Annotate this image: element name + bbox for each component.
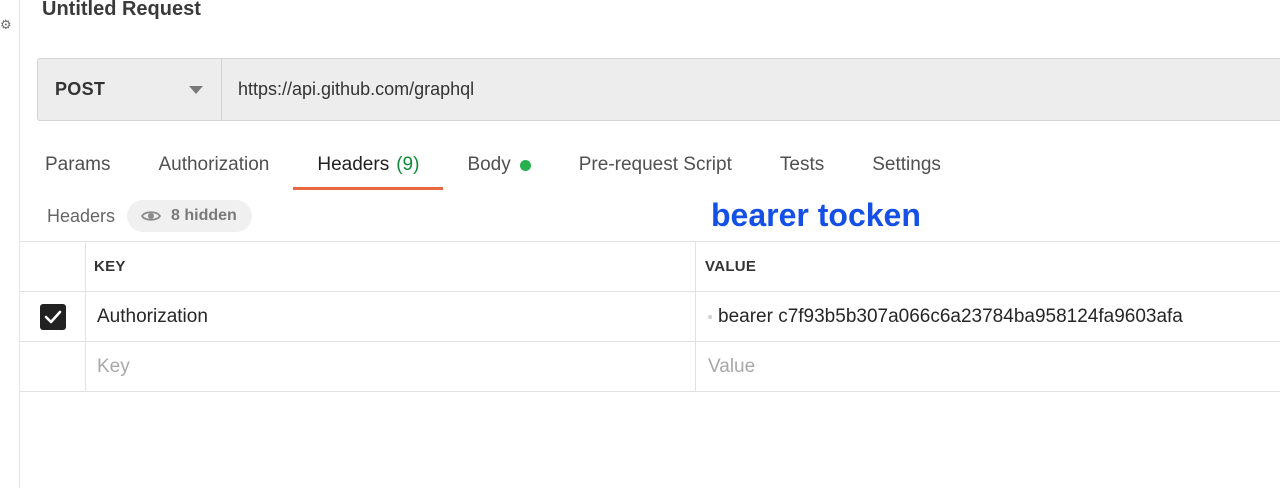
header-value-text: bearer c7f93b5b307a066c6a23784ba958124fa… [718, 305, 1183, 327]
hidden-headers-toggle[interactable]: 8 hidden [127, 200, 252, 232]
table-header-row: KEY VALUE [20, 242, 1280, 292]
url-input[interactable]: https://api.github.com/graphql [222, 59, 1280, 120]
table-row: Authorization bearer c7f93b5b307a066c6a2… [20, 292, 1280, 342]
tab-count-badge: (9) [396, 154, 420, 175]
value-column-header: VALUE [705, 258, 757, 275]
sidebar-gear-icon[interactable]: ⚙ [0, 18, 12, 31]
headers-table: KEY VALUE Authorization bearer c7f93b5b3… [20, 241, 1280, 392]
tab-label: Tests [779, 154, 825, 175]
tab-params[interactable]: Params [20, 140, 134, 190]
tab-pre-request-script[interactable]: Pre-request Script [555, 140, 756, 190]
eye-icon [141, 211, 162, 221]
tab-label: Pre-request Script [578, 154, 732, 175]
tab-settings[interactable]: Settings [848, 140, 965, 190]
request-url-bar: POST https://api.github.com/graphql [37, 58, 1280, 121]
request-tabs: Params Authorization Headers (9) Body Pr… [20, 140, 965, 190]
value-marker-dot [708, 314, 712, 319]
key-column-header: KEY [86, 242, 696, 291]
tab-label: Authorization [158, 154, 270, 175]
table-row-new: Key Value [20, 342, 1280, 392]
header-key-cell[interactable]: Authorization [86, 292, 696, 341]
key-placeholder: Key [97, 355, 130, 377]
new-key-input[interactable]: Key [86, 342, 696, 391]
tab-tests[interactable]: Tests [756, 140, 848, 190]
checkmark-icon [44, 310, 61, 323]
headers-section-label: Headers [47, 205, 116, 226]
request-title: Untitled Request [42, 0, 201, 20]
row-check-cell [20, 292, 86, 341]
green-dot-icon [519, 159, 531, 171]
method-select[interactable]: POST [38, 59, 222, 120]
value-placeholder: Value [708, 355, 756, 377]
method-label: POST [55, 79, 106, 99]
tab-body[interactable]: Body [443, 140, 554, 190]
header-check-cell [20, 242, 86, 291]
tab-label: Headers [317, 154, 390, 175]
chevron-down-icon [189, 85, 203, 94]
tab-authorization[interactable]: Authorization [134, 140, 293, 190]
tab-headers[interactable]: Headers (9) [293, 140, 444, 190]
header-key-text: Authorization [97, 305, 208, 327]
headers-subheader: Headers 8 hidden [47, 200, 252, 232]
left-sidebar-rail: ⚙ [0, 0, 20, 488]
header-value-cell[interactable]: bearer c7f93b5b307a066c6a23784ba958124fa… [696, 292, 1280, 341]
tab-label: Body [467, 154, 511, 175]
tab-label: Settings [872, 154, 941, 175]
new-row-check-cell [20, 342, 86, 391]
hidden-count-label: 8 hidden [171, 207, 237, 224]
annotation-label: bearer tocken [711, 197, 921, 233]
header-enabled-checkbox[interactable] [39, 303, 66, 330]
tab-label: Params [45, 154, 111, 175]
new-value-input[interactable]: Value [696, 342, 1280, 391]
